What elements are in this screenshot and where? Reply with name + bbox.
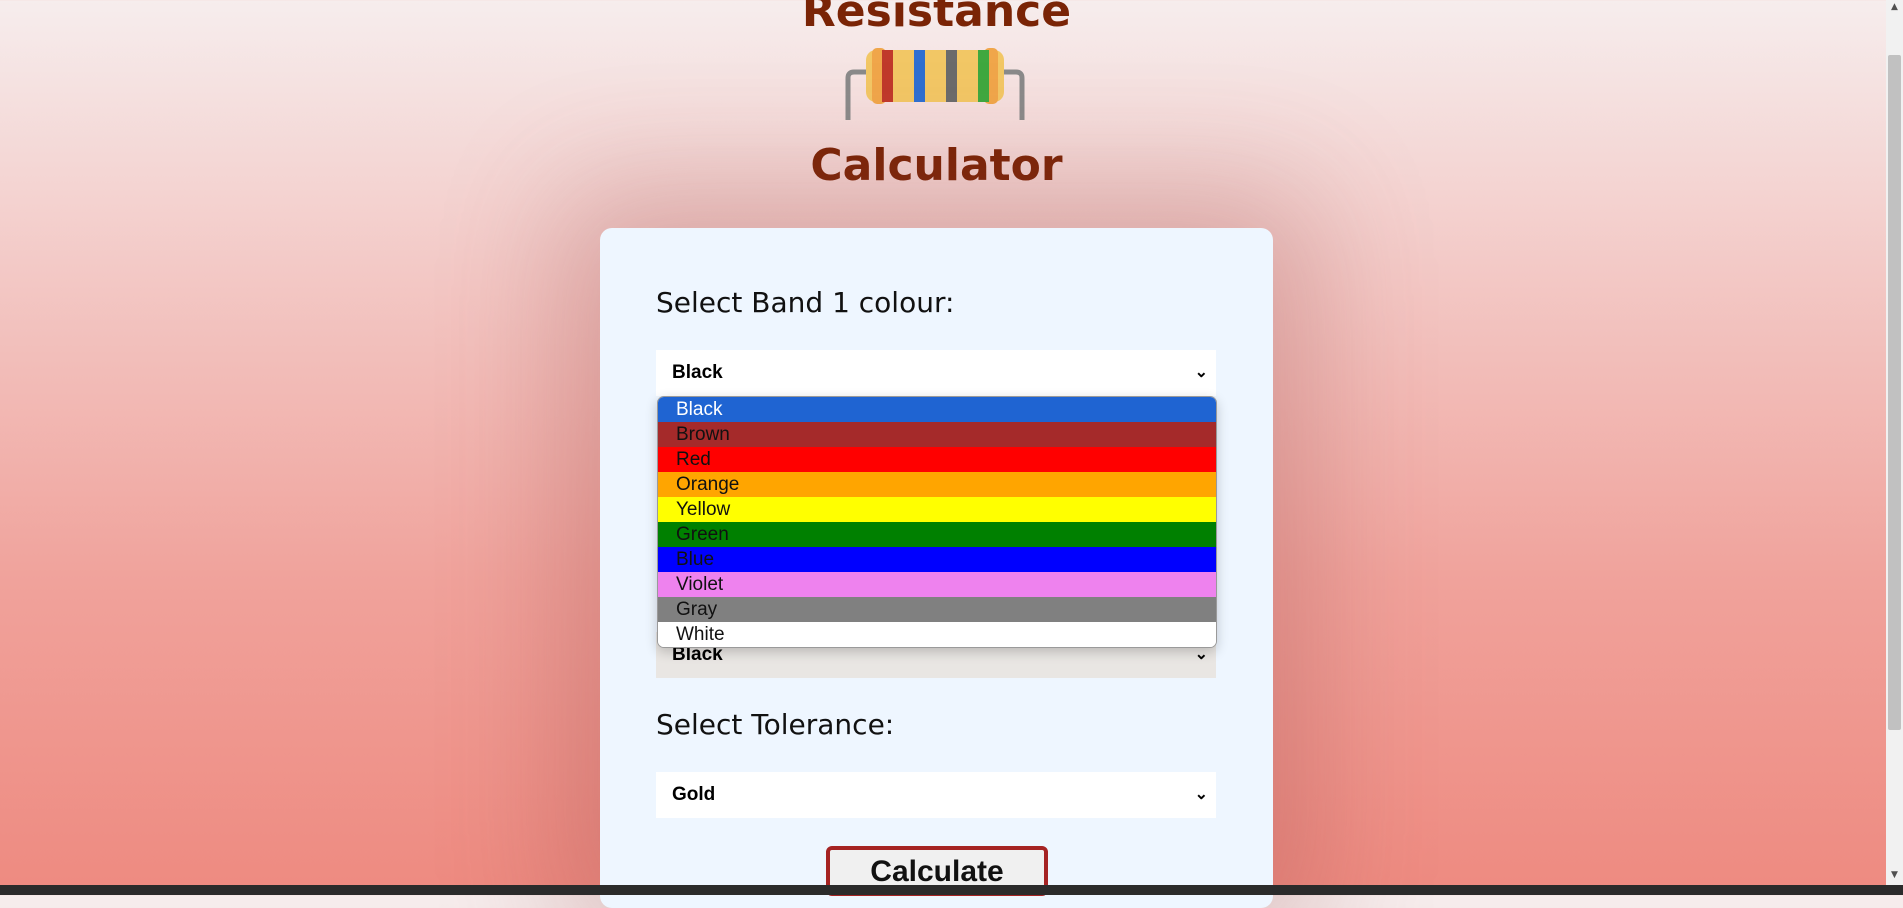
vertical-scrollbar[interactable]: ▲ ▼	[1886, 0, 1903, 885]
resistor-icon	[845, 48, 1025, 120]
page-title-calculator: Calculator	[810, 140, 1063, 191]
dropdown-option[interactable]: Orange	[658, 472, 1216, 497]
chevron-down-icon: ⌄	[1194, 364, 1208, 381]
chevron-down-icon: ⌄	[1194, 786, 1208, 803]
scroll-down-icon[interactable]: ▼	[1886, 870, 1903, 880]
scrollbar-thumb[interactable]	[1888, 55, 1901, 730]
band1-dropdown-list: Black Brown Red Orange Yellow Green Blue…	[657, 396, 1217, 648]
band1-label: Select Band 1 colour:	[656, 286, 955, 319]
dropdown-option[interactable]: White	[658, 622, 1216, 647]
resistor-band-4	[978, 50, 989, 102]
resistor-band-3	[946, 50, 957, 102]
dropdown-option[interactable]: Violet	[658, 572, 1216, 597]
dropdown-option[interactable]: Blue	[658, 547, 1216, 572]
tolerance-select[interactable]: Gold ⌄	[656, 772, 1216, 818]
tolerance-label: Select Tolerance:	[656, 708, 895, 741]
resistor-band-1	[882, 50, 893, 102]
tolerance-select-value: Gold	[672, 784, 716, 805]
page-title-resistance: Resistance	[801, 0, 1072, 37]
dropdown-option[interactable]: Gray	[658, 597, 1216, 622]
scroll-up-icon[interactable]: ▲	[1886, 2, 1903, 12]
band1-select-value: Black	[672, 362, 723, 383]
resistor-band-2	[914, 50, 925, 102]
taskbar-strip	[0, 885, 1903, 895]
dropdown-option[interactable]: Brown	[658, 422, 1216, 447]
dropdown-option[interactable]: Black	[658, 397, 1216, 422]
band1-select[interactable]: Black ⌄	[656, 350, 1216, 396]
dropdown-option[interactable]: Red	[658, 447, 1216, 472]
dropdown-option[interactable]: Yellow	[658, 497, 1216, 522]
dropdown-option[interactable]: Green	[658, 522, 1216, 547]
